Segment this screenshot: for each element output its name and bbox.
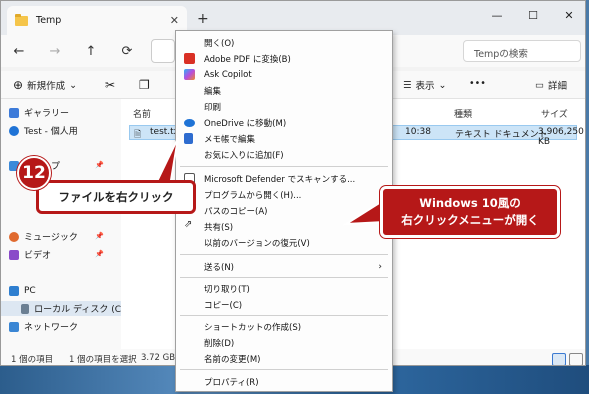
step-callout: ファイルを右クリック: [36, 180, 196, 214]
note-line-1: Windows 10風の: [419, 196, 521, 211]
step-number-badge: 12: [17, 156, 51, 190]
step-callout-text: ファイルを右クリック: [58, 190, 174, 204]
note-callout: Windows 10風の 右クリックメニューが開く: [380, 186, 560, 238]
callout-pointer-right: [342, 198, 385, 226]
note-line-2: 右クリックメニューが開く: [401, 213, 539, 227]
